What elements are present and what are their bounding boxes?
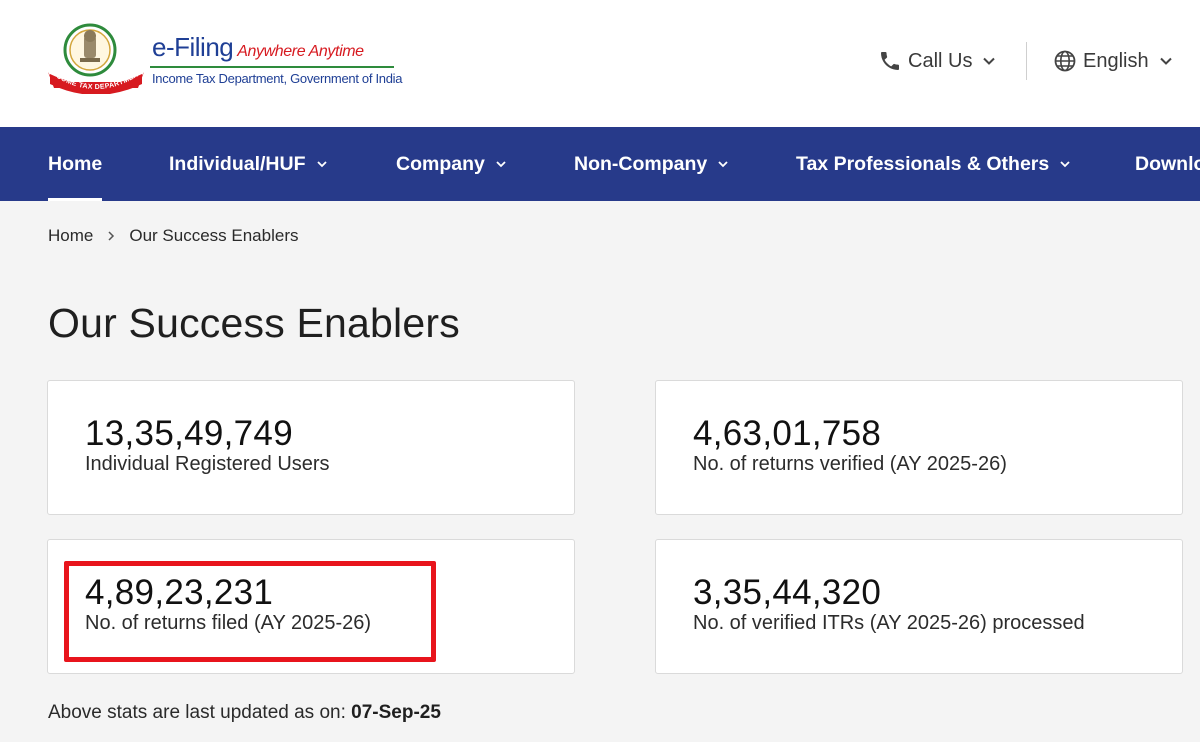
chevron-down-icon <box>983 57 996 65</box>
site-header: INCOME TAX DEPARTMENT e-FilingAnywhere A… <box>0 0 1200 127</box>
header-divider <box>1026 42 1027 80</box>
stat-label: No. of returns verified (AY 2025-26) <box>693 453 1007 475</box>
nav-label: Downlo <box>1135 152 1200 175</box>
stat-value: 4,63,01,758 <box>693 414 882 453</box>
chevron-down-icon <box>316 161 327 168</box>
language-label: English <box>1083 49 1149 72</box>
last-updated-date: 07-Sep-25 <box>351 702 441 723</box>
nav-label: Tax Professionals & Others <box>796 152 1050 175</box>
chevron-down-icon <box>1060 161 1070 168</box>
nav-label: Individual/HUF <box>169 152 306 175</box>
brand-tagline: Anywhere Anytime <box>237 43 364 60</box>
nav-item-non-company[interactable]: Non-Company <box>574 127 729 201</box>
chevron-down-icon <box>496 161 506 168</box>
main-nav: Home Individual/HUF Company Non-Company … <box>0 127 1200 201</box>
nav-item-home[interactable]: Home <box>48 127 103 201</box>
stat-value: 4,89,23,231 <box>85 573 274 612</box>
brand-subtitle: Income Tax Department, Government of Ind… <box>152 71 403 86</box>
nav-item-tax-professionals[interactable]: Tax Professionals & Others <box>796 127 1071 201</box>
emblem-logo-icon: INCOME TAX DEPARTMENT <box>46 22 144 94</box>
phone-icon <box>881 52 899 70</box>
breadcrumb-current: Our Success Enablers <box>129 226 299 245</box>
stat-card: 13,35,49,749 Individual Registered Users <box>47 380 575 515</box>
chevron-down-icon <box>718 161 728 168</box>
nav-item-downloads[interactable]: Downlo <box>1135 127 1200 201</box>
breadcrumb-home[interactable]: Home <box>48 226 93 246</box>
stat-value: 3,35,44,320 <box>693 573 882 612</box>
call-us-button[interactable]: Call Us <box>878 46 996 76</box>
stat-value: 13,35,49,749 <box>85 414 293 453</box>
brand-name: e-Filing <box>152 32 234 62</box>
brand-divider <box>150 66 394 68</box>
nav-item-company[interactable]: Company <box>396 127 507 201</box>
nav-label: Home <box>48 152 103 175</box>
nav-label: Company <box>396 152 485 175</box>
stat-label: No. of returns filed (AY 2025-26) <box>85 612 372 634</box>
last-updated-prefix: Above stats are last updated as on: <box>48 702 346 723</box>
nav-label: Non-Company <box>574 152 708 175</box>
globe-icon <box>1054 50 1076 72</box>
nav-item-individual-huf[interactable]: Individual/HUF <box>169 127 328 201</box>
stat-label: Individual Registered Users <box>85 453 330 475</box>
stat-card: 4,63,01,758 No. of returns verified (AY … <box>655 380 1183 515</box>
language-selector[interactable]: English <box>1053 46 1173 76</box>
last-updated-note: Above stats are last updated as on: 07-S… <box>48 702 441 724</box>
efiling-logo[interactable]: INCOME TAX DEPARTMENT e-FilingAnywhere A… <box>46 22 406 98</box>
stat-card: 3,35,44,320 No. of verified ITRs (AY 202… <box>655 539 1183 674</box>
chevron-right-icon <box>108 231 115 241</box>
stat-label: No. of verified ITRs (AY 2025-26) proces… <box>693 612 1085 634</box>
page-title: Our Success Enablers <box>48 300 460 346</box>
breadcrumb: Home Our Success Enablers <box>48 226 299 246</box>
stat-card: 4,89,23,231 No. of returns filed (AY 202… <box>47 539 575 674</box>
chevron-down-icon <box>1159 57 1172 65</box>
call-us-label: Call Us <box>908 49 973 72</box>
